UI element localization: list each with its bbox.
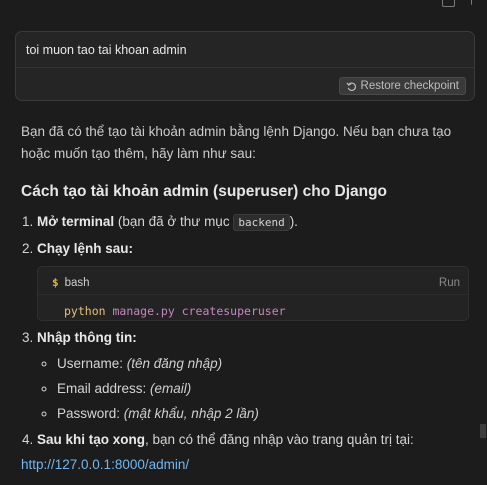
more-icon[interactable] [471, 0, 473, 5]
step-1-bold: Mở terminal [37, 214, 115, 229]
password-hint: (mật khẩu, nhập 2 lần) [123, 406, 259, 421]
username-hint: (tên đăng nhập) [126, 356, 223, 371]
step-2-bold: Chạy lệnh sau: [37, 241, 134, 256]
step-1-text-b: ). [289, 214, 298, 229]
username-label: Username: [57, 356, 127, 371]
scrollbar-thumb[interactable] [480, 424, 486, 438]
restore-checkpoint-button[interactable]: Restore checkpoint [338, 77, 466, 95]
step-4-bold: Sau khi tạo xong [37, 432, 146, 447]
password-label: Password: [57, 406, 124, 421]
code-divider [38, 294, 468, 295]
restore-checkpoint-label: Restore checkpoint [360, 80, 459, 92]
copy-icon[interactable] [442, 0, 455, 7]
list-item: Password: (mật khẩu, nhập 2 lần) [57, 405, 471, 423]
run-button[interactable]: Run [439, 274, 460, 292]
inline-code-backend: backend [233, 214, 290, 231]
divider [16, 67, 474, 68]
list-item: Email address: (email) [57, 380, 471, 398]
window-actions [442, 0, 473, 7]
info-list: Username: (tên đăng nhập) Email address:… [37, 355, 471, 423]
code-command: python [64, 304, 106, 318]
code-block-header: $ bash [52, 274, 90, 292]
steps-list: Mở terminal (bạn đã ở thư mục backend). … [21, 213, 471, 449]
code-language: bash [64, 277, 90, 289]
assistant-response: Bạn đã có thể tạo tài khoản admin bằng l… [21, 121, 471, 472]
user-prompt-text: toi muon tao tai khoan admin [26, 43, 187, 57]
code-line: python manage.py createsuperuser [64, 302, 286, 320]
step-4-text: , bạn có thể đăng nhập vào trang quản tr… [145, 432, 414, 447]
user-prompt-card[interactable]: toi muon tao tai khoan admin Restore che… [15, 31, 475, 101]
terminal-icon: $ [52, 276, 59, 289]
step-4: Sau khi tạo xong, bạn có thể đăng nhập v… [37, 431, 471, 449]
step-1: Mở terminal (bạn đã ở thư mục backend). [37, 213, 471, 232]
email-label: Email address: [57, 381, 151, 396]
step-3-bold: Nhập thông tin: [37, 330, 137, 345]
intro-text: Bạn đã có thể tạo tài khoản admin bằng l… [21, 124, 452, 161]
section-heading: Cách tạo tài khoản admin (superuser) cho… [21, 183, 388, 200]
admin-url-link[interactable]: http://127.0.0.1:8000/admin/ [21, 457, 471, 472]
list-item: Username: (tên đăng nhập) [57, 355, 471, 373]
restore-icon [345, 81, 356, 91]
code-args: manage.py createsuperuser [105, 304, 286, 318]
step-3: Nhập thông tin: Username: (tên đăng nhập… [37, 329, 471, 423]
step-1-text-a: (bạn đã ở thư mục [114, 214, 234, 229]
code-block: $ bash Run python manage.py createsuperu… [37, 266, 469, 321]
step-2: Chạy lệnh sau: $ bash Run python manage.… [37, 240, 471, 321]
email-hint: (email) [150, 381, 192, 396]
